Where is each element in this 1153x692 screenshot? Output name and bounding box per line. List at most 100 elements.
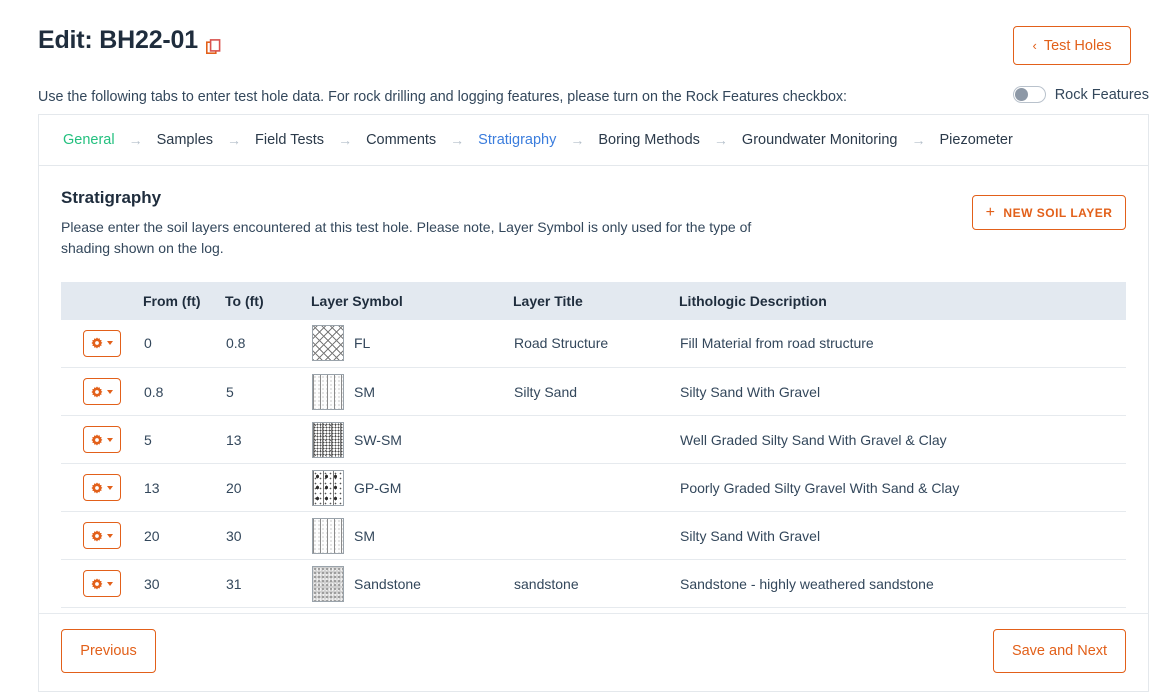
row-action-menu-button[interactable] xyxy=(83,426,121,454)
tab-samples[interactable]: Samples xyxy=(155,132,215,148)
table-row: 0.8 5 SM Silty Sand Silty Sand With Grav… xyxy=(61,367,1126,417)
page-title-text: Edit: BH22-01 xyxy=(38,26,198,54)
gear-icon xyxy=(91,530,103,542)
gear-icon xyxy=(91,578,103,590)
cell-layer-symbol: Sandstone xyxy=(311,559,513,609)
gear-icon xyxy=(91,434,103,446)
row-action-menu-button[interactable] xyxy=(83,329,121,357)
tab-groundwater-monitoring[interactable]: Groundwater Monitoring xyxy=(740,132,900,148)
tab-boring-methods[interactable]: Boring Methods xyxy=(596,132,702,148)
gear-icon xyxy=(91,482,103,494)
cell-to: 30 xyxy=(225,511,311,561)
row-action-menu-button[interactable] xyxy=(83,378,121,406)
cell-description: Fill Material from road structure xyxy=(679,319,1126,369)
column-header-layer-symbol: Layer Symbol xyxy=(311,281,513,320)
layer-symbol-swatch xyxy=(312,421,344,458)
page-title: Edit: BH22-01 xyxy=(38,26,222,55)
copy-icon[interactable] xyxy=(205,34,222,55)
stratigraphy-page: Edit: BH22-01 ‹ Test Holes Use the follo… xyxy=(0,0,1153,692)
test-holes-button[interactable]: ‹ Test Holes xyxy=(1013,26,1131,65)
cell-layer-title: sandstone xyxy=(513,559,679,609)
tab-general[interactable]: General xyxy=(61,132,117,148)
card-footer: Previous Save and Next xyxy=(38,613,1149,692)
rock-features-label: Rock Features xyxy=(1054,86,1149,103)
cell-layer-title: Road Structure xyxy=(513,319,679,369)
row-action-menu-button[interactable] xyxy=(83,522,121,550)
cell-from: 5 xyxy=(143,415,225,465)
plus-icon: + xyxy=(985,203,996,221)
layer-symbol-label: SM xyxy=(354,527,375,544)
tab-arrow-icon: → xyxy=(450,132,465,148)
layer-symbol-swatch xyxy=(312,517,344,554)
cell-from: 30 xyxy=(143,559,225,609)
tab-stratigraphy[interactable]: Stratigraphy xyxy=(476,132,558,148)
save-and-next-button[interactable]: Save and Next xyxy=(993,629,1126,673)
table-row: 20 30 SM Silty Sand With Gravel xyxy=(61,511,1126,561)
table-row: 13 20 GP-GM Poorly Graded Silty Gravel W… xyxy=(61,463,1126,513)
instructions-text: Use the following tabs to enter test hol… xyxy=(38,89,848,105)
chevron-down-icon xyxy=(107,437,113,442)
chevron-down-icon xyxy=(107,581,113,586)
row-actions-cell xyxy=(61,415,143,465)
chevron-down-icon xyxy=(107,533,113,538)
tab-field-tests[interactable]: Field Tests xyxy=(253,132,326,148)
table-row: 0 0.8 FL Road Structure Fill Material fr… xyxy=(61,319,1126,369)
cell-from: 20 xyxy=(143,511,225,561)
table-header-row: From (ft) To (ft) Layer Symbol Layer Tit… xyxy=(61,281,1126,320)
layer-symbol-swatch xyxy=(312,565,344,602)
table-row: 5 13 SW-SM Well Graded Silty Sand With G… xyxy=(61,415,1126,465)
cell-description: Silty Sand With Gravel xyxy=(679,511,1126,561)
toggle-knob xyxy=(1014,88,1028,101)
cell-to: 31 xyxy=(225,559,311,609)
tab-arrow-icon: → xyxy=(338,132,353,148)
test-holes-label: Test Holes xyxy=(1043,37,1112,54)
new-soil-layer-button[interactable]: + NEW SOIL LAYER xyxy=(972,195,1126,230)
cell-to: 0.8 xyxy=(225,319,311,369)
layer-symbol-swatch xyxy=(312,373,344,410)
tab-piezometer[interactable]: Piezometer xyxy=(937,132,1014,148)
layer-symbol-label: SM xyxy=(354,383,375,400)
cell-layer-title xyxy=(513,463,679,513)
column-header-lithologic-description: Lithologic Description xyxy=(679,281,1126,320)
cell-layer-symbol: SM xyxy=(311,367,513,417)
cell-from: 13 xyxy=(143,463,225,513)
cell-description: Well Graded Silty Sand With Gravel & Cla… xyxy=(679,415,1126,465)
chevron-down-icon xyxy=(107,485,113,490)
row-action-menu-button[interactable] xyxy=(83,474,121,502)
cell-layer-title xyxy=(513,415,679,465)
row-actions-cell xyxy=(61,559,143,609)
table-body: 0 0.8 FL Road Structure Fill Material fr… xyxy=(61,319,1126,609)
cell-layer-symbol: FL xyxy=(311,319,513,369)
tab-comments[interactable]: Comments xyxy=(364,132,438,148)
content-card: General → Samples → Field Tests → Commen… xyxy=(38,114,1149,692)
section-title: Stratigraphy xyxy=(61,188,162,207)
rock-features-toggle[interactable] xyxy=(1012,86,1046,103)
column-header-layer-title: Layer Title xyxy=(513,281,679,320)
cell-description: Silty Sand With Gravel xyxy=(679,367,1126,417)
cell-from: 0 xyxy=(143,319,225,369)
cell-layer-symbol: GP-GM xyxy=(311,463,513,513)
table-head: From (ft) To (ft) Layer Symbol Layer Tit… xyxy=(61,281,1126,320)
chevron-down-icon xyxy=(107,341,113,346)
chevron-left-icon: ‹ xyxy=(1032,38,1037,53)
cell-layer-title: Silty Sand xyxy=(513,367,679,417)
page-header: Edit: BH22-01 ‹ Test Holes xyxy=(38,26,1131,76)
cell-description: Poorly Graded Silty Gravel With Sand & C… xyxy=(679,463,1126,513)
cell-to: 5 xyxy=(225,367,311,417)
tab-bar: General → Samples → Field Tests → Commen… xyxy=(39,115,1148,166)
cell-to: 20 xyxy=(225,463,311,513)
tab-arrow-icon: → xyxy=(128,132,143,148)
layer-symbol-label: SW-SM xyxy=(354,431,402,448)
layer-symbol-swatch xyxy=(312,325,344,362)
row-action-menu-button[interactable] xyxy=(83,570,121,598)
row-actions-cell xyxy=(61,367,143,417)
cell-layer-title xyxy=(513,511,679,561)
rock-features-control[interactable]: Rock Features xyxy=(1012,86,1149,103)
layer-symbol-swatch xyxy=(312,469,344,506)
column-header-to: To (ft) xyxy=(225,281,311,320)
tab-arrow-icon: → xyxy=(713,132,728,148)
tab-arrow-icon: → xyxy=(911,132,926,148)
section-description: Please enter the soil layers encountered… xyxy=(61,219,752,257)
previous-button[interactable]: Previous xyxy=(61,629,156,673)
cell-to: 13 xyxy=(225,415,311,465)
